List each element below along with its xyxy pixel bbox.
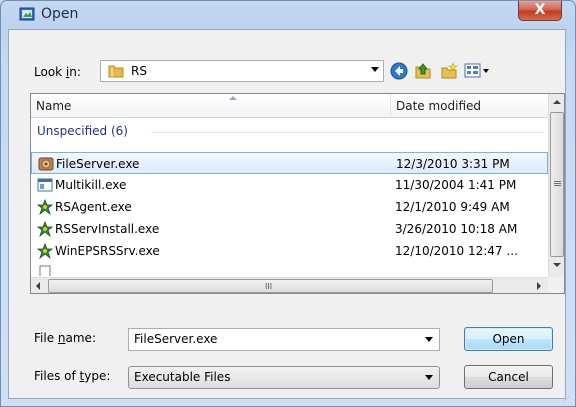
open-button[interactable]: Open — [464, 327, 553, 351]
scroll-down-icon[interactable] — [553, 263, 561, 267]
file-name: Multikill.exe — [55, 178, 127, 192]
window-app-icon — [37, 178, 53, 192]
scroll-up-icon[interactable] — [553, 100, 561, 104]
group-divider — [151, 132, 544, 133]
open-dialog-icon — [19, 7, 35, 21]
chevron-down-icon — [371, 67, 379, 72]
file-row[interactable]: Multikill.exe 11/30/2004 1:41 PM — [31, 174, 548, 196]
look-in-dropdown[interactable]: RS — [100, 60, 384, 82]
view-menu-icon[interactable] — [464, 62, 490, 80]
document-icon — [39, 265, 51, 276]
column-header-name[interactable]: Name — [31, 94, 391, 118]
scroll-right-icon[interactable] — [537, 282, 541, 290]
close-icon: X — [534, 2, 546, 18]
file-date: 12/10/2010 12:47 ... — [395, 244, 518, 258]
sort-ascending-icon — [229, 96, 237, 100]
file-row[interactable]: RSServInstall.exe 3/26/2010 10:18 AM — [31, 218, 548, 240]
file-date: 12/1/2010 9:49 AM — [395, 200, 510, 214]
rs-app-icon — [37, 221, 53, 237]
scroll-corner — [548, 277, 564, 293]
file-type-value: Executable Files — [134, 370, 231, 384]
chevron-down-icon — [425, 375, 433, 380]
column-header-date-modified[interactable]: Date modified — [391, 94, 548, 118]
resize-grip-icon[interactable]: ⋰ — [562, 395, 570, 404]
file-name-field[interactable]: FileServer.exe — [128, 328, 440, 351]
vertical-scroll-thumb[interactable] — [550, 112, 564, 257]
scroll-grip-icon: III — [265, 282, 273, 291]
file-name: FileServer.exe — [56, 157, 140, 171]
back-icon[interactable] — [390, 62, 408, 80]
close-button[interactable]: X — [518, 1, 562, 21]
new-folder-icon[interactable] — [440, 62, 458, 80]
file-row[interactable]: FileServer.exe 12/3/2010 3:31 PM — [31, 152, 548, 174]
look-in-label: Look in: — [34, 65, 81, 79]
file-list[interactable]: Name Date modified Unspecified (6) FileS… — [30, 93, 565, 294]
file-date: 3/26/2010 10:18 AM — [395, 222, 518, 236]
vertical-scrollbar[interactable] — [548, 94, 564, 277]
file-name: RSAgent.exe — [55, 200, 132, 214]
chevron-down-icon[interactable] — [425, 337, 433, 342]
folder-icon — [108, 65, 124, 78]
horizontal-scrollbar[interactable]: III — [31, 277, 548, 293]
file-row-partial[interactable] — [31, 262, 548, 276]
file-name: WinEPSRSSrv.exe — [55, 244, 160, 258]
file-name: RSServInstall.exe — [55, 222, 160, 236]
rs-app-icon — [37, 199, 53, 215]
look-in-value: RS — [131, 64, 147, 78]
title-bar[interactable]: Open X — [1, 1, 575, 29]
fileserver-app-icon — [38, 157, 54, 171]
file-row[interactable]: RSAgent.exe 12/1/2010 9:49 AM — [31, 196, 548, 218]
up-folder-icon[interactable] — [414, 62, 432, 80]
file-type-label: Files of type: — [34, 369, 111, 383]
horizontal-scroll-thumb[interactable]: III — [48, 279, 493, 293]
cancel-button[interactable]: Cancel — [464, 365, 553, 389]
file-type-dropdown[interactable]: Executable Files — [128, 366, 440, 389]
scroll-left-icon[interactable] — [36, 282, 40, 290]
file-date: 12/3/2010 3:31 PM — [396, 157, 510, 171]
file-row[interactable]: WinEPSRSSrv.exe 12/10/2010 12:47 ... — [31, 240, 548, 262]
group-header[interactable]: Unspecified (6) — [31, 122, 548, 142]
file-date: 11/30/2004 1:41 PM — [395, 178, 517, 192]
rs-app-icon — [37, 243, 53, 259]
file-name-label: File name: — [34, 331, 96, 345]
file-name-value: FileServer.exe — [134, 332, 218, 346]
dialog-title: Open — [41, 6, 79, 22]
